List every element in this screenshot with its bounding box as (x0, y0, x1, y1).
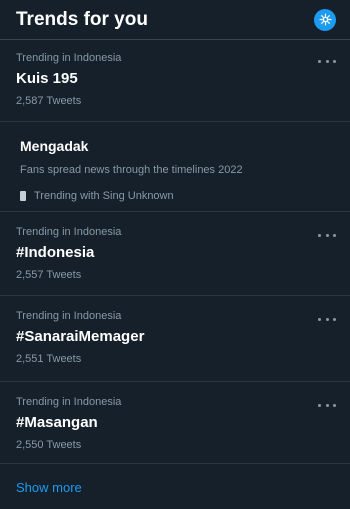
news-description: Fans spread news through the timelines 2… (20, 164, 243, 176)
dot-icon (333, 59, 336, 63)
trend-item[interactable]: Trending in Indonesia Kuis 195 2,587 Twe… (0, 40, 350, 122)
related-icon (20, 191, 26, 201)
dot-icon (318, 317, 321, 321)
dot-icon (325, 233, 329, 237)
dot-icon (318, 59, 321, 63)
more-options-button[interactable] (318, 56, 336, 66)
news-title: Mengadak (20, 138, 89, 154)
trends-header: Trends for you (0, 0, 350, 40)
trend-context: Trending in Indonesia (16, 396, 122, 408)
news-related: Trending with Sing Unknown (20, 190, 334, 202)
more-options-button[interactable] (318, 230, 336, 240)
trends-title: Trends for you (16, 8, 148, 30)
news-trend-item[interactable]: Mengadak Fans spread news through the ti… (0, 122, 350, 212)
trend-context: Trending in Indonesia (16, 52, 122, 64)
dot-icon (333, 233, 336, 237)
trend-name: #SanaraiMemager (16, 328, 145, 345)
more-options-button[interactable] (318, 400, 336, 410)
news-related-text: Trending with Sing Unknown (34, 190, 174, 202)
trend-name: Kuis 195 (16, 70, 78, 87)
dot-icon (325, 403, 329, 407)
trend-item[interactable]: Trending in Indonesia #Indonesia 2,557 T… (0, 212, 350, 296)
trend-context: Trending in Indonesia (16, 310, 122, 322)
trend-tweet-count: 2,550 Tweets (16, 439, 82, 451)
trend-item[interactable]: Trending in Indonesia #Masangan 2,550 Tw… (0, 382, 350, 464)
trend-name: #Indonesia (16, 244, 95, 261)
trends-panel: Trends for you Trending in Indonesia Kui… (0, 0, 350, 509)
trend-context: Trending in Indonesia (16, 226, 122, 238)
dot-icon (325, 317, 329, 321)
trend-tweet-count: 2,587 Tweets (16, 95, 82, 107)
settings-button[interactable] (314, 8, 336, 31)
gear-icon (318, 13, 332, 26)
trend-name: #Masangan (16, 414, 98, 431)
trend-item[interactable]: Trending in Indonesia #SanaraiMemager 2,… (0, 296, 350, 382)
dot-icon (325, 59, 329, 63)
dot-icon (318, 403, 321, 407)
dot-icon (333, 317, 336, 321)
more-options-button[interactable] (318, 314, 336, 324)
show-more-link[interactable]: Show more (0, 464, 350, 509)
dot-icon (318, 233, 321, 237)
trend-tweet-count: 2,557 Tweets (16, 269, 82, 281)
dot-icon (333, 403, 336, 407)
trend-tweet-count: 2,551 Tweets (16, 353, 82, 365)
